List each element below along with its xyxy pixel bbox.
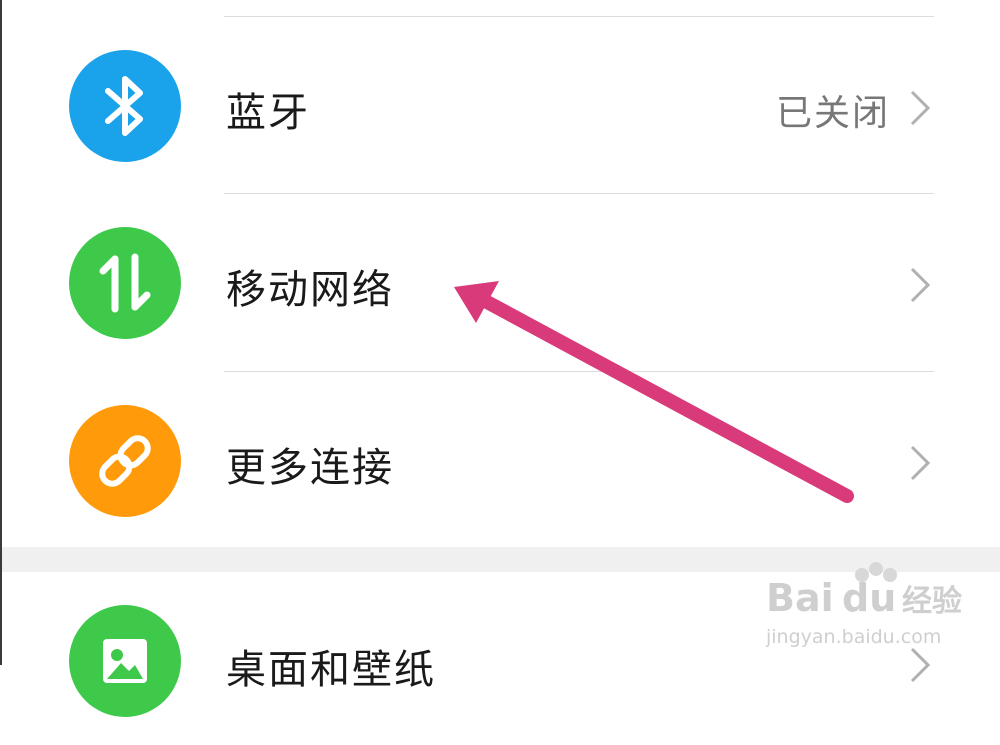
svg-text:jingyan.baidu.com: jingyan.baidu.com: [765, 626, 941, 648]
baidu-jingyan-watermark: Bai du 经验 jingyan.baidu.com: [765, 562, 962, 648]
svg-text:du: du: [842, 576, 896, 620]
svg-text:Bai: Bai: [766, 576, 834, 620]
svg-text:经验: 经验: [902, 584, 962, 619]
